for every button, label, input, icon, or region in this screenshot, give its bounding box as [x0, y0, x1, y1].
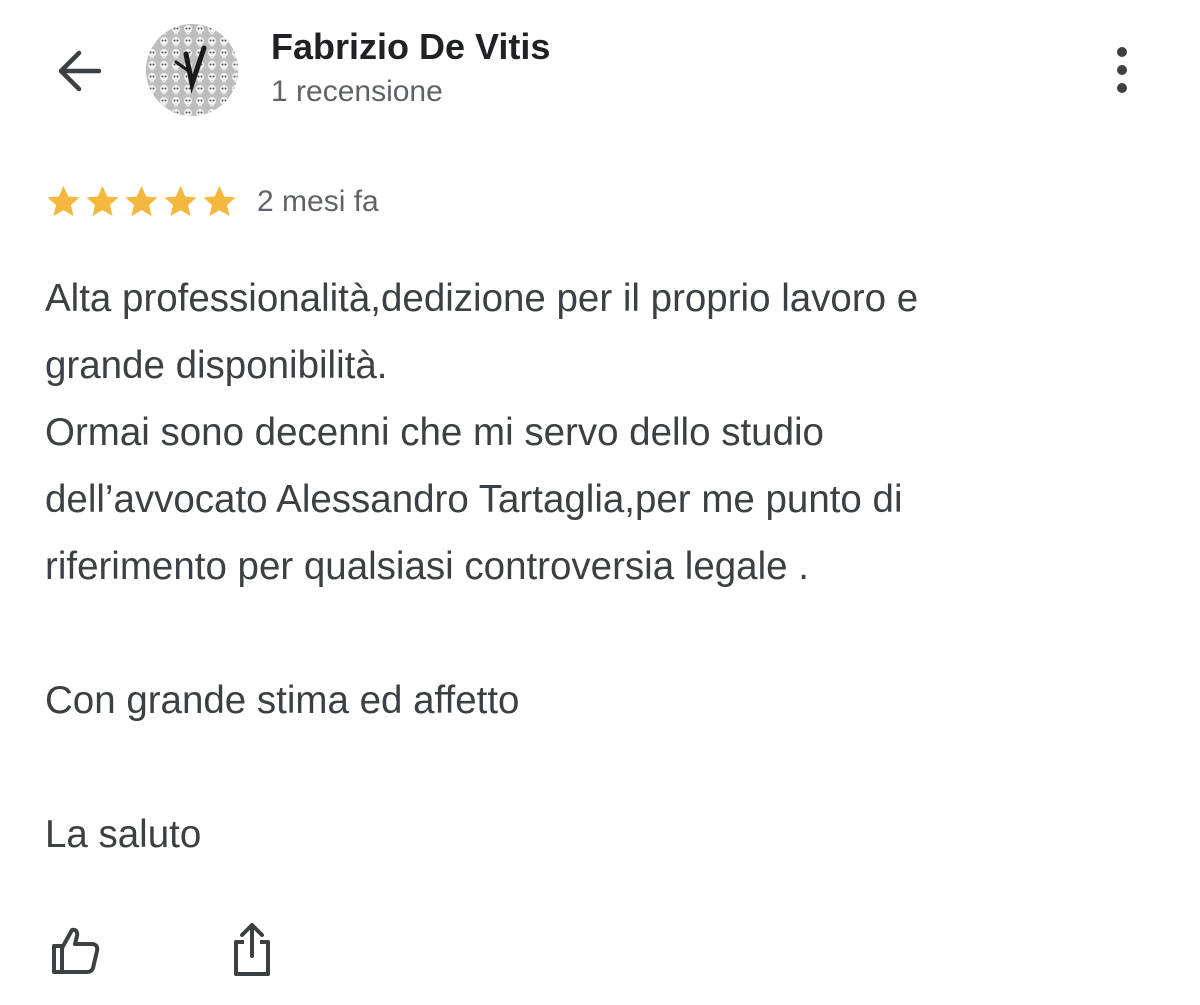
review-line: dell’avvocato Alessandro Tartaglia,per m…: [45, 478, 903, 521]
share-button[interactable]: [220, 918, 284, 982]
review-line: Alta professionalità,dedizione per il pr…: [45, 277, 919, 320]
like-button[interactable]: [42, 918, 106, 982]
star-icon: [164, 185, 197, 216]
star-icon: [125, 185, 158, 216]
review-date: 2 mesi fa: [257, 185, 379, 218]
review-line: La saluto: [45, 813, 202, 856]
review-line: riferimento per qualsiasi controversia l…: [45, 545, 809, 588]
review-line: Ormai sono decenni che mi servo dello st…: [45, 411, 824, 454]
review-text: Alta professionalità,dedizione per il pr…: [45, 265, 1145, 868]
review-line: Con grande stima ed affetto: [45, 679, 520, 722]
avatar[interactable]: [146, 24, 238, 116]
star-icon: [47, 185, 80, 216]
share-icon: [234, 923, 270, 976]
review-blank-line: [45, 734, 1145, 801]
rating-row: 2 mesi fa: [44, 180, 379, 224]
back-button[interactable]: [50, 42, 108, 100]
more-options-button[interactable]: [1098, 42, 1146, 98]
star-icon: [203, 185, 236, 216]
arrow-left-icon: [58, 50, 102, 92]
review-blank-line: [45, 600, 1145, 667]
review-count: 1 recensione: [271, 75, 443, 108]
star-rating: [44, 183, 239, 222]
review-line: grande disponibilità.: [45, 344, 388, 387]
avatar-image: [146, 24, 238, 116]
author-name[interactable]: Fabrizio De Vitis: [271, 26, 550, 68]
more-vert-icon: [1117, 47, 1127, 93]
thumbs-up-icon: [52, 927, 100, 974]
star-icon: [86, 185, 119, 216]
